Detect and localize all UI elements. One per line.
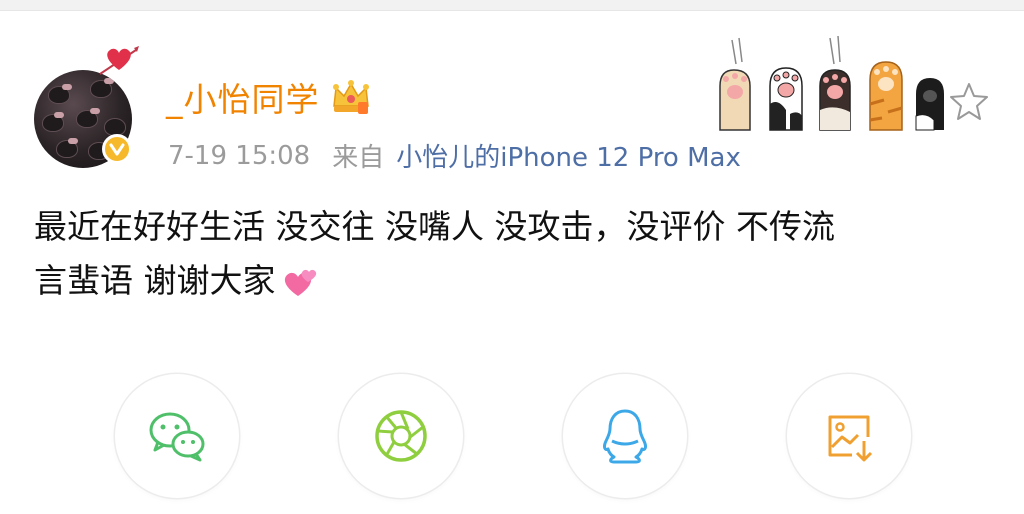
crown-member-icon[interactable] — [330, 78, 372, 116]
post-content-text: 言蜚语 谢谢大家 — [34, 261, 276, 300]
share-qq-button[interactable] — [563, 374, 687, 498]
post-content: 最近在好好生活 没交往 没嘴人 没攻击，没评价 不传流 言蜚语 谢谢大家 — [34, 200, 994, 308]
wechat-icon — [149, 412, 205, 462]
save-image-icon — [828, 415, 873, 462]
post-content-line-2: 言蜚语 谢谢大家 — [34, 254, 994, 308]
qq-penguin-icon — [603, 409, 647, 464]
cat-paws-decoration — [719, 35, 944, 131]
share-buttons — [0, 374, 1024, 504]
top-divider-strip — [0, 0, 1024, 11]
username[interactable]: _小怡同学 — [166, 73, 320, 121]
verified-badge-icon — [102, 134, 132, 164]
username-row: _小怡同学 — [166, 74, 372, 120]
heart-arrow-icon — [99, 46, 139, 75]
source-label: 来自 — [332, 143, 385, 173]
aperture-icon — [375, 410, 427, 462]
device-source-link[interactable]: 小怡儿的iPhone 12 Pro Max — [396, 137, 741, 174]
post-time: 7-19 15:08 — [168, 140, 311, 171]
post-meta: 7-19 15:08 来自 小怡儿的iPhone 12 Pro Max — [168, 137, 741, 174]
share-moments-button[interactable] — [339, 374, 463, 498]
save-image-button[interactable] — [787, 374, 911, 498]
post-content-line: 最近在好好生活 没交往 没嘴人 没攻击，没评价 不传流 — [34, 207, 835, 246]
share-wechat-button[interactable] — [115, 374, 239, 498]
two-hearts-emoji — [284, 269, 316, 296]
star-icon[interactable] — [948, 80, 990, 122]
